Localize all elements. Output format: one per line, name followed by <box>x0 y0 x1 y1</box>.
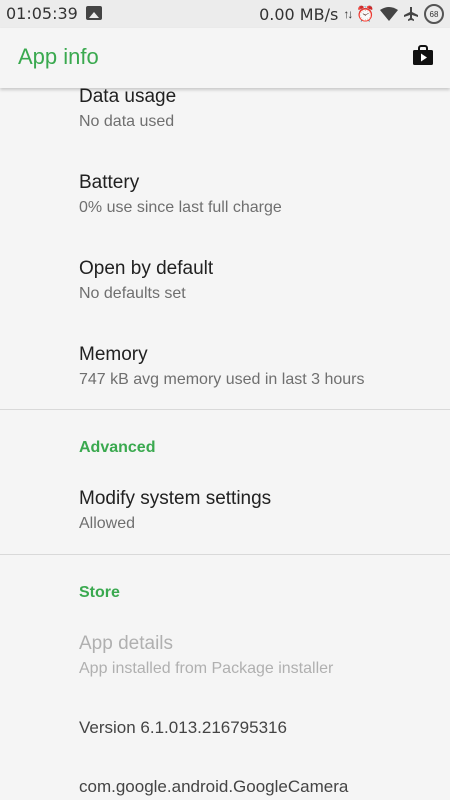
list-item-title: Data usage <box>79 86 177 107</box>
list-item-title: App details <box>79 633 174 654</box>
status-time: 01:05:39 <box>6 4 78 23</box>
divider <box>0 554 450 555</box>
package-name-text: com.google.android.GoogleCamera <box>79 777 349 796</box>
list-item-battery[interactable]: Battery 0% use since last full charge <box>79 172 282 217</box>
page-title: App info <box>18 44 99 69</box>
list-item-subtitle: No data used <box>79 113 175 130</box>
list-item-subtitle: App installed from Package installer <box>79 660 334 677</box>
list-item-title: Open by default <box>79 258 214 279</box>
section-header-store: Store <box>79 584 120 601</box>
list-item-modify-system-settings[interactable]: Modify system settings Allowed <box>79 488 271 533</box>
battery-icon: 68 <box>424 4 444 24</box>
network-speed: 0.00 MB/s <box>259 4 339 24</box>
alarm-icon: ⏰ <box>356 5 375 23</box>
status-bar: 01:05:39 0.00 MB/s ↑↓ ⏰ 68 <box>0 0 450 28</box>
section-header-advanced: Advanced <box>79 439 156 456</box>
version-text: Version 6.1.013.216795316 <box>79 718 287 737</box>
app-bar: App info <box>0 28 450 88</box>
wifi-icon <box>380 7 398 21</box>
status-icons: 0.00 MB/s ↑↓ ⏰ 68 <box>259 4 444 24</box>
data-transfer-icon: ↑↓ <box>343 7 353 21</box>
list-item-title: Battery <box>79 172 140 193</box>
list-item-data-usage[interactable]: Data usage No data used <box>79 86 176 131</box>
list-item-title: Memory <box>79 344 148 365</box>
list-item-subtitle: 747 kB avg memory used in last 3 hours <box>79 371 365 388</box>
list-item-open-by-default[interactable]: Open by default No defaults set <box>79 258 213 303</box>
airplane-icon <box>404 7 418 21</box>
list-item-subtitle: 0% use since last full charge <box>79 199 282 216</box>
list-item-subtitle: Allowed <box>79 515 136 532</box>
list-item-title: Modify system settings <box>79 488 272 509</box>
list-item-app-details: App details App installed from Package i… <box>79 633 333 678</box>
gallery-icon <box>86 6 102 20</box>
play-store-icon[interactable] <box>412 44 434 66</box>
divider <box>0 409 450 410</box>
list-item-subtitle: No defaults set <box>79 285 186 302</box>
list-item-memory[interactable]: Memory 747 kB avg memory used in last 3 … <box>79 344 364 389</box>
